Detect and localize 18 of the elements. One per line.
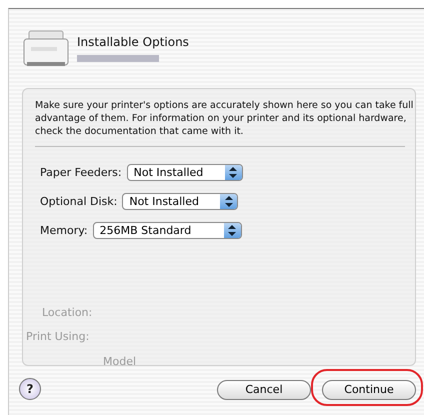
help-button[interactable]: ? [19,378,41,400]
option-label: Memory: [40,224,88,237]
option-popup[interactable]: Not Installed [122,193,238,210]
option-popup[interactable]: Not Installed [126,164,243,181]
option-label: Optional Disk: [40,195,118,208]
background-label: Model [103,355,136,368]
stepper-arrows-icon [224,165,242,180]
stepper-arrows-icon [220,194,238,209]
instruction-text: Make sure your printer's options are accurately shown here so you can take full advantage of them. For information on your printer and its optional hardware, check the documentation that came with it. [35,99,414,138]
option-label: Paper Feeders: [40,166,122,179]
background-label: Print Using: [26,330,90,343]
dialog-button[interactable]: Cancel [217,380,311,400]
dialog-button[interactable]: Continue [322,380,416,400]
stepper-arrows-icon [224,223,241,238]
background-label: Location: [42,306,92,319]
sheet-title: Installable Options [77,35,189,49]
option-popup[interactable]: 256MB Standard [92,222,242,239]
printer-icon [23,29,69,69]
